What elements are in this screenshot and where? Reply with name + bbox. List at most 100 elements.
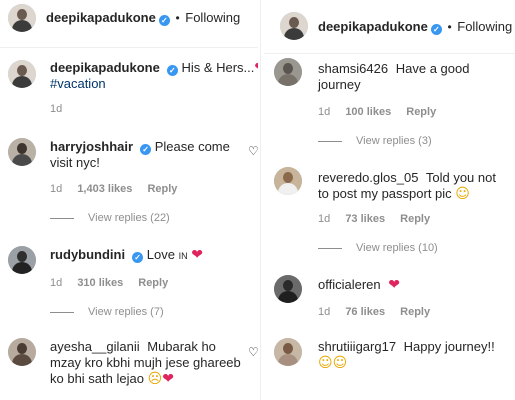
reply-button[interactable]: Reply: [400, 306, 430, 318]
comment-username[interactable]: shrutiiigarg17: [318, 339, 396, 354]
caption-meta: 1d: [50, 102, 74, 116]
comment-username[interactable]: officialeren: [318, 277, 381, 292]
hashtag-link[interactable]: #vacation: [50, 76, 106, 91]
comment-text: ayesha__gilanii Mubarak ho: [50, 339, 216, 355]
comment-time: 1d: [318, 306, 331, 318]
comment-text-line: visit nyc!: [50, 155, 100, 171]
caption-hashtag-line: #vacation: [50, 76, 106, 92]
panel-divider: [260, 0, 261, 400]
comment-username[interactable]: reveredo.glos_05: [318, 170, 418, 185]
following-button[interactable]: Following: [457, 19, 512, 34]
view-replies-label: View replies (7): [88, 306, 164, 318]
caption-body: His & Hers...: [181, 60, 255, 75]
separator-dot: •: [447, 20, 452, 34]
comment-text: officialeren ❤: [318, 277, 400, 293]
heart-emoji-icon: ❤: [254, 60, 258, 76]
comment-text-line: ko bhi sath lejao ☹❤: [50, 371, 174, 387]
comment-body: Love: [146, 247, 175, 262]
comment-text: reveredo.glos_05 Told you not: [318, 170, 496, 186]
caption-text: deepikapadukone ✓ His & Hers...❤: [50, 60, 258, 76]
avatar[interactable]: [274, 58, 302, 86]
comment-time: 1d: [50, 277, 63, 289]
avatar[interactable]: [274, 167, 302, 195]
caption-username[interactable]: deepikapadukone: [50, 60, 160, 75]
comment-meta: 1d 73 likes Reply: [318, 212, 442, 226]
avatar[interactable]: [274, 275, 302, 303]
post-header: deepikapadukone ✓ • Following: [0, 0, 258, 40]
reply-button[interactable]: Reply: [147, 183, 177, 195]
smile-emoji-icon: ☺: [318, 355, 333, 371]
comment-likes[interactable]: 76 likes: [345, 306, 385, 318]
caption-time: 1d: [50, 103, 63, 115]
comment-meta: 1d 1,403 likes Reply: [50, 182, 189, 196]
comment-body-line: visit nyc!: [50, 155, 100, 170]
heart-emoji-icon: ❤: [191, 247, 203, 263]
reply-button[interactable]: Reply: [406, 106, 436, 118]
comment-text: harryjoshhair ✓ Please come: [50, 139, 230, 155]
comment-text-line: mzay kro kbhi mujh jese ghareeb: [50, 355, 241, 371]
comment-text-line: to post my passport pic ☺: [318, 186, 470, 202]
smile-emoji-icon: ☺: [455, 186, 470, 202]
comment-likes[interactable]: 100 likes: [345, 106, 391, 118]
view-replies-label: View replies (22): [88, 212, 170, 224]
comment-body: Mubarak ho: [147, 339, 216, 354]
heart-emoji-icon: ❤: [162, 371, 174, 387]
comment-likes[interactable]: 1,403 likes: [77, 183, 132, 195]
smile-emoji-icon: ☺: [332, 355, 348, 371]
header-divider: [264, 53, 515, 54]
comment-body-line: journey: [318, 77, 361, 92]
verified-badge-icon: ✓: [166, 65, 178, 76]
comment-time: 1d: [318, 106, 331, 118]
comment-body-line: to post my passport pic: [318, 186, 452, 201]
comment-text: rudybundini ✓ Love IN ❤: [50, 247, 203, 264]
like-heart-icon[interactable]: ♡: [248, 346, 258, 358]
comment-body: Happy journey!!: [403, 339, 495, 354]
avatar[interactable]: [274, 338, 302, 366]
comment-body: Told you not: [425, 170, 496, 185]
comment-meta: 1d 100 likes Reply: [318, 105, 448, 119]
right-post-panel: deepikapadukone ✓ • Following shamsi6426 …: [264, 0, 515, 400]
reply-button[interactable]: Reply: [400, 213, 430, 225]
comment-text-line: journey: [318, 77, 361, 93]
verified-badge-icon: ✓: [158, 15, 170, 26]
comment-time: 1d: [50, 183, 63, 195]
comment-likes[interactable]: 73 likes: [345, 213, 385, 225]
comment-username[interactable]: harryjoshhair: [50, 139, 133, 154]
verified-badge-icon: ✓: [140, 144, 152, 155]
comment-likes[interactable]: 310 likes: [77, 277, 123, 289]
comment-username[interactable]: rudybundini: [50, 247, 125, 262]
separator-dot: •: [175, 11, 180, 25]
heart-emoji-icon: ❤: [388, 277, 400, 293]
reply-button[interactable]: Reply: [138, 277, 168, 289]
following-button[interactable]: Following: [185, 10, 240, 25]
avatar[interactable]: [8, 338, 36, 366]
comment-username[interactable]: shamsi6426: [318, 61, 388, 76]
view-replies-button[interactable]: View replies (3): [318, 134, 432, 148]
avatar[interactable]: [8, 138, 36, 166]
verified-badge-icon: ✓: [132, 252, 144, 263]
comment-meta: 1d 76 likes Reply: [318, 305, 442, 319]
header-username[interactable]: deepikapadukone: [318, 19, 428, 34]
avatar[interactable]: [8, 4, 36, 32]
comment-text: shrutiiigarg17 Happy journey!!: [318, 339, 495, 355]
left-post-panel: deepikapadukone ✓ • Following deepikapadu…: [0, 0, 258, 400]
avatar[interactable]: [8, 60, 36, 88]
view-replies-button[interactable]: View replies (10): [318, 241, 438, 255]
view-replies-label: View replies (10): [356, 242, 438, 254]
avatar[interactable]: [8, 246, 36, 274]
view-replies-button[interactable]: View replies (22): [50, 211, 170, 225]
comment-body-line: ko bhi sath lejao: [50, 371, 144, 386]
comment-text: shamsi6426 Have a good: [318, 61, 469, 77]
avatar[interactable]: [280, 12, 308, 40]
post-header: deepikapadukone ✓ • Following: [264, 0, 515, 52]
comment-body: Have a good: [395, 61, 470, 76]
view-replies-label: View replies (3): [356, 135, 432, 147]
comment-body-line: mzay kro kbhi mujh jese ghareeb: [50, 355, 241, 370]
comment-username[interactable]: ayesha__gilanii: [50, 339, 140, 354]
comment-time: 1d: [318, 213, 331, 225]
comment-text-line: ☺☺: [318, 355, 347, 371]
view-replies-button[interactable]: View replies (7): [50, 305, 164, 319]
header-divider: [0, 47, 258, 48]
like-heart-icon[interactable]: ♡: [248, 145, 258, 157]
header-username[interactable]: deepikapadukone: [46, 10, 156, 25]
